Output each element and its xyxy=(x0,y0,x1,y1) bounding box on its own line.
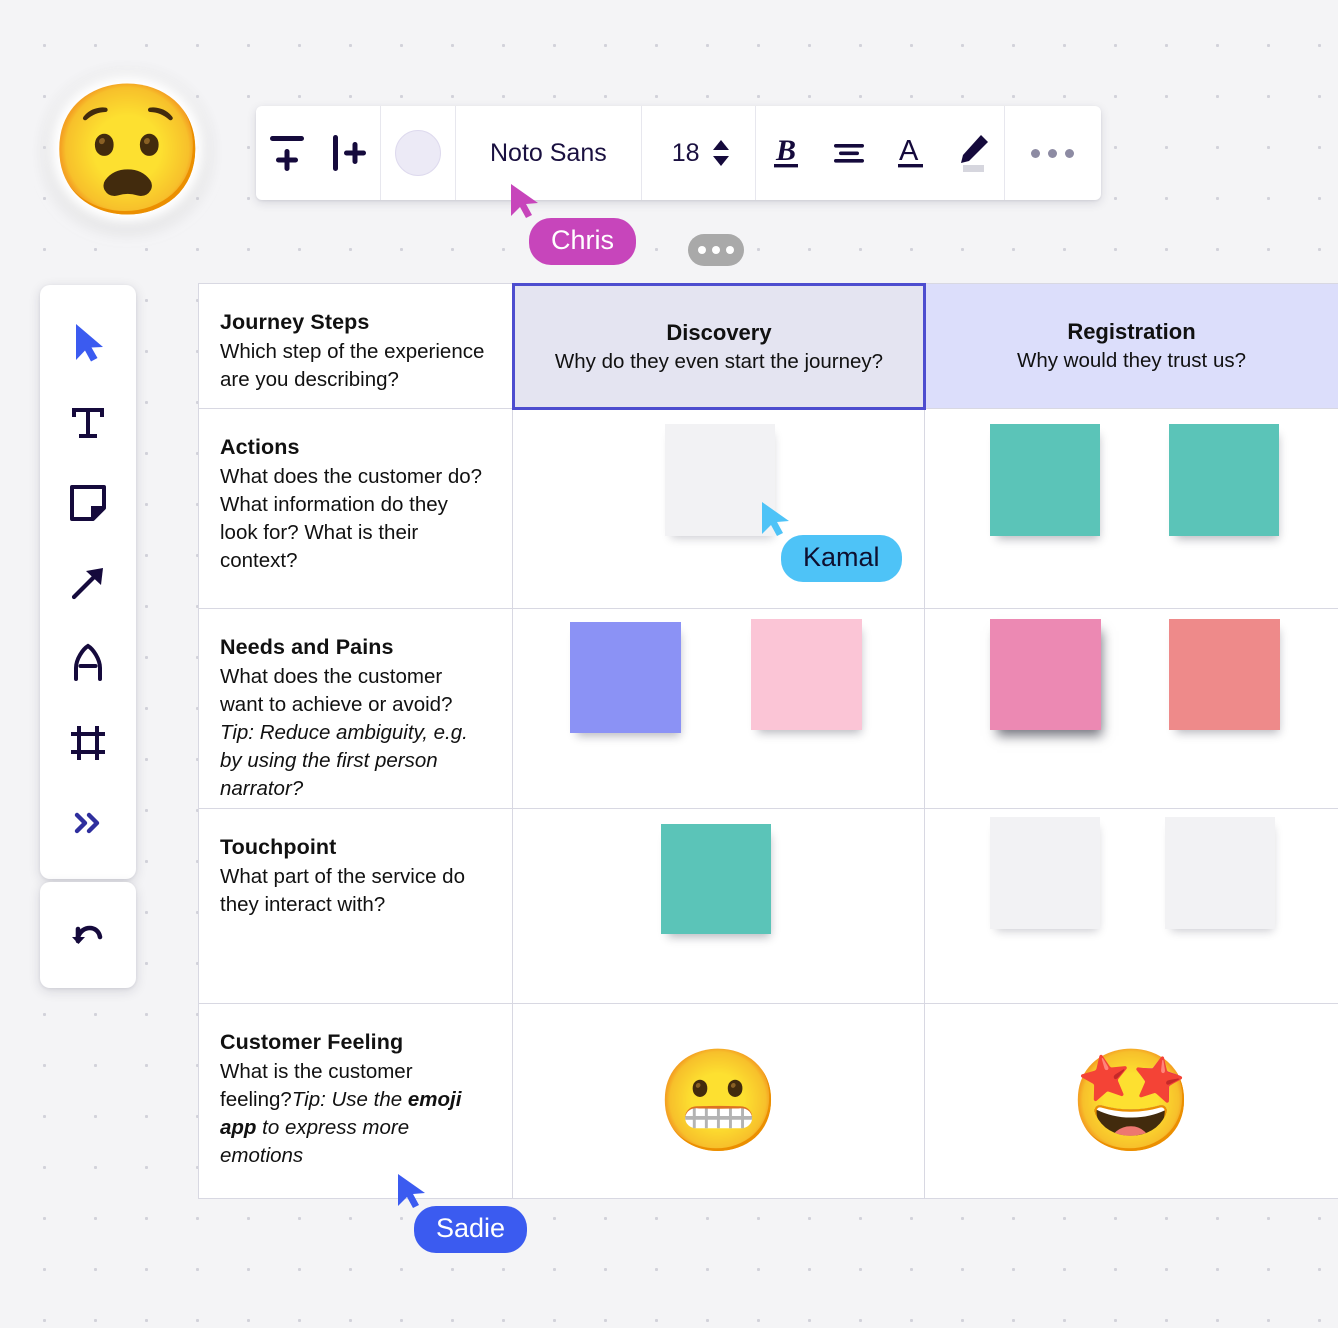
cell-actions-registration[interactable] xyxy=(925,409,1338,609)
toolbar-group-size: 18 xyxy=(642,106,756,200)
add-row-icon[interactable] xyxy=(256,106,318,200)
astonished-face-sticker[interactable]: 😧 xyxy=(48,68,207,234)
text-color-icon[interactable]: A xyxy=(880,106,942,200)
sticky-note[interactable] xyxy=(990,817,1100,929)
cell-needs-registration[interactable] xyxy=(925,609,1338,809)
sticky-note[interactable] xyxy=(751,619,862,730)
toolbar-group-insert xyxy=(256,106,381,200)
undo-button[interactable] xyxy=(40,882,136,988)
name-pill-chris[interactable]: Chris xyxy=(529,218,637,265)
font-size-arrows xyxy=(712,140,729,166)
cell-touchpoint-discovery[interactable] xyxy=(513,809,925,1004)
typing-indicator xyxy=(688,234,744,266)
cell-feeling-discovery[interactable]: 😬 xyxy=(513,1004,925,1199)
highlighter-pen-icon[interactable] xyxy=(942,106,1004,200)
more-tools-icon[interactable] xyxy=(40,783,136,863)
typing-dot xyxy=(698,246,706,254)
row-header-customer-feeling[interactable]: Customer Feeling What is the customer fe… xyxy=(199,1004,513,1199)
row-desc: What part of the service do they interac… xyxy=(220,865,465,916)
column-title: Registration xyxy=(1067,319,1196,344)
sticky-note[interactable] xyxy=(990,424,1100,536)
cell-feeling-registration[interactable]: 🤩 xyxy=(925,1004,1338,1199)
row-desc: What does the customer want to achieve o… xyxy=(220,665,468,800)
more-options-icon[interactable] xyxy=(1005,106,1101,200)
svg-text:B: B xyxy=(775,134,796,167)
sticky-note[interactable] xyxy=(1169,619,1280,730)
font-family-select[interactable]: Noto Sans xyxy=(456,139,641,168)
column-title: Journey Steps xyxy=(220,310,370,334)
toolbar-group-more xyxy=(1005,106,1101,200)
font-size-decrease-icon[interactable] xyxy=(712,156,729,166)
row-title: Actions xyxy=(220,435,300,459)
journey-map-table: Journey Steps Which step of the experien… xyxy=(198,283,1338,1199)
text-icon[interactable] xyxy=(40,383,136,463)
font-size-increase-icon[interactable] xyxy=(712,140,729,150)
column-subtitle: Why do they even start the journey? xyxy=(554,349,884,373)
sticky-note[interactable] xyxy=(661,824,771,934)
toolbar-group-color xyxy=(381,106,456,200)
bold-icon[interactable]: B xyxy=(756,106,818,200)
row-header-touchpoint[interactable]: Touchpoint What part of the service do t… xyxy=(199,809,513,1004)
cell-needs-discovery[interactable] xyxy=(513,609,925,809)
sticky-note[interactable] xyxy=(570,622,681,733)
add-column-icon[interactable] xyxy=(318,106,380,200)
typing-dot xyxy=(726,246,734,254)
font-size-stepper[interactable]: 18 xyxy=(642,139,755,168)
star-struck-emoji[interactable]: 🤩 xyxy=(1069,1051,1194,1151)
tool-rail xyxy=(40,285,136,879)
row-tip: Tip: Reduce ambiguity, e.g. by using the… xyxy=(220,721,468,800)
sticky-note[interactable] xyxy=(990,619,1101,730)
select-cursor-icon[interactable] xyxy=(40,303,136,383)
table-header-registration[interactable]: Registration Why would they trust us? xyxy=(925,284,1338,409)
row-title: Needs and Pains xyxy=(220,635,394,659)
fill-color-swatch[interactable] xyxy=(395,130,441,176)
font-size-value: 18 xyxy=(671,138,700,167)
text-align-icon[interactable] xyxy=(818,106,880,200)
toolbar-group-font: Noto Sans xyxy=(456,106,642,200)
row-desc: What does the customer do? What informat… xyxy=(220,465,483,572)
table-header-journey-steps[interactable]: Journey Steps Which step of the experien… xyxy=(199,284,513,409)
arrow-connector-icon[interactable] xyxy=(40,543,136,623)
cell-touchpoint-registration[interactable] xyxy=(925,809,1338,1004)
row-desc: What is the customer feeling?Tip: Use th… xyxy=(220,1060,462,1167)
sticky-note[interactable] xyxy=(1165,817,1275,929)
table-header-discovery[interactable]: Discovery Why do they even start the jou… xyxy=(512,283,926,410)
column-subtitle: Why would they trust us? xyxy=(1016,349,1246,372)
name-pill-sadie[interactable]: Sadie xyxy=(414,1206,528,1253)
name-pill-kamal[interactable]: Kamal xyxy=(781,535,902,582)
pen-shape-icon[interactable] xyxy=(40,623,136,703)
frame-icon[interactable] xyxy=(40,703,136,783)
sticky-note-icon[interactable] xyxy=(40,463,136,543)
sticky-note[interactable] xyxy=(1169,424,1279,536)
typing-dot xyxy=(712,246,720,254)
svg-text:A: A xyxy=(899,135,919,167)
grimacing-face-emoji[interactable]: 😬 xyxy=(656,1051,781,1151)
row-header-actions[interactable]: Actions What does the customer do? What … xyxy=(199,409,513,609)
row-header-needs-and-pains[interactable]: Needs and Pains What does the customer w… xyxy=(199,609,513,809)
row-title: Touchpoint xyxy=(220,835,337,859)
column-subtitle: Which step of the experience are you des… xyxy=(220,340,485,391)
format-toolbar: Noto Sans 18 B A xyxy=(256,106,1101,200)
row-title: Customer Feeling xyxy=(220,1030,404,1054)
column-title: Discovery xyxy=(666,319,772,345)
toolbar-group-text-style: B A xyxy=(756,106,1005,200)
